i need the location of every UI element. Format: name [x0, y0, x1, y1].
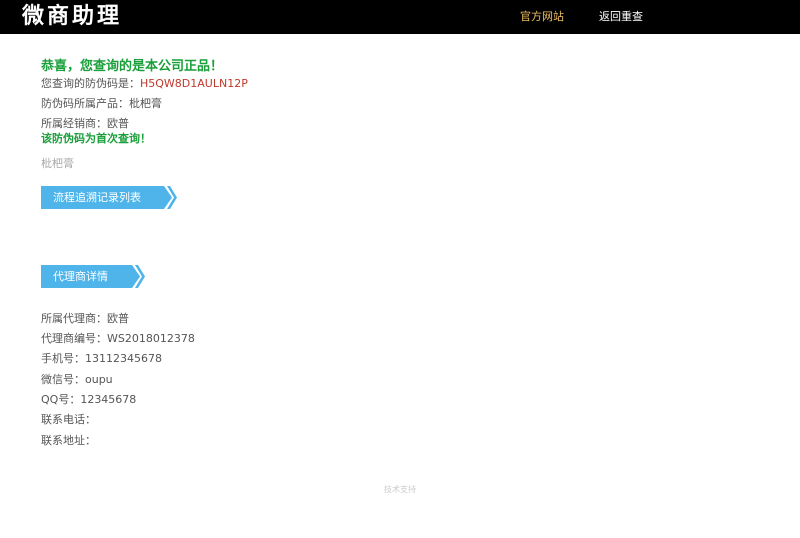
official-site-link[interactable]: 官方网站	[520, 9, 564, 25]
footer-tech-support: 技术支持	[384, 485, 416, 494]
product-name: 枇杷膏	[41, 157, 74, 170]
agent-name: 所属代理商：欧普	[41, 312, 129, 325]
top-bar: 微商助理 官方网站 返回重查	[0, 0, 800, 34]
trace-section-title: 流程追溯记录列表	[41, 186, 159, 209]
agent-wechat: 微信号：oupu	[41, 373, 113, 386]
double-chevron-icon	[125, 265, 145, 288]
code-line: 您查询的防伪码是：H5QW8D1AULN12P	[41, 76, 248, 92]
first-query-notice: 该防伪码为首次查询！	[41, 132, 151, 145]
trace-section-header: 流程追溯记录列表	[41, 186, 177, 209]
double-chevron-icon	[157, 186, 177, 209]
agent-qq: QQ号：12345678	[41, 393, 137, 406]
congrats-message: 恭喜，您查询的是本公司正品！	[41, 59, 224, 74]
agent-id: 代理商编号：WS2018012378	[41, 332, 195, 345]
agent-section-title: 代理商详情	[41, 265, 127, 288]
agent-contact-phone: 联系电话：	[41, 413, 96, 426]
product-line: 防伪码所属产品：枇杷膏	[41, 97, 162, 110]
agent-phone: 手机号：13112345678	[41, 352, 162, 365]
dealer-line: 所属经销商：欧普	[41, 117, 129, 130]
agent-section-header: 代理商详情	[41, 265, 145, 288]
logo: 微商助理	[22, 4, 123, 29]
recheck-link[interactable]: 返回重查	[599, 9, 643, 25]
agent-address: 联系地址：	[41, 434, 96, 447]
code-label: 您查询的防伪码是：	[41, 77, 140, 90]
code-value: H5QW8D1AULN12P	[140, 77, 248, 90]
